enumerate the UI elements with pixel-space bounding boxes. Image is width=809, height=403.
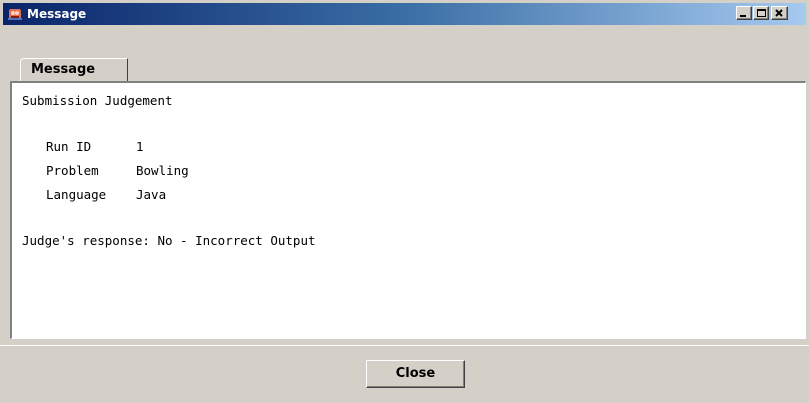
maximize-icon (757, 9, 766, 17)
tab-message[interactable]: Message (20, 58, 128, 81)
field-label-run-id: Run ID (46, 139, 92, 154)
field-label-language: Language (46, 187, 107, 202)
field-label-problem: Problem (46, 163, 99, 178)
judge-response: Judge's response: No - Incorrect Output (22, 233, 316, 249)
close-window-button[interactable] (771, 6, 788, 20)
maximize-button[interactable] (753, 6, 769, 20)
window-title: Message (27, 7, 87, 21)
field-value-run-id: 1 (136, 139, 144, 154)
field-value-problem: Bowling (136, 163, 189, 178)
message-dialog: Message Message Submission Judgement Run… (0, 0, 809, 403)
close-button[interactable]: Close (366, 360, 465, 388)
judge-response-value: No - Incorrect Output (157, 233, 316, 248)
message-heading: Submission Judgement (22, 93, 173, 108)
close-icon (775, 9, 783, 17)
java-app-icon (8, 9, 22, 20)
judge-response-label: Judge's response: (22, 233, 150, 248)
minimize-button[interactable] (736, 6, 752, 20)
field-value-language: Java (136, 187, 167, 202)
message-text-area[interactable]: Submission Judgement Run ID 1 Problem Bo… (10, 81, 806, 339)
title-bar[interactable]: Message (3, 3, 806, 25)
minimize-icon (740, 15, 746, 17)
